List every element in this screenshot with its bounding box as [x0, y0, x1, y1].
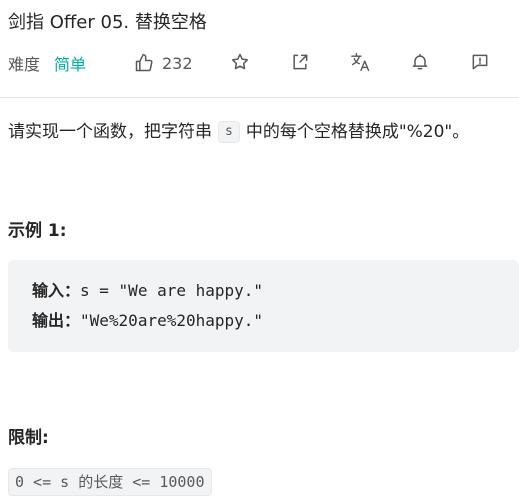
- share-button[interactable]: [290, 52, 310, 72]
- feedback-button[interactable]: [470, 52, 490, 72]
- constraints-heading: 限制:: [8, 428, 49, 448]
- thumbs-up-icon: [135, 53, 153, 72]
- problem-meta: 难度 简单 232: [8, 48, 513, 78]
- input-value: s = "We are happy.": [80, 281, 264, 300]
- constraint-code: 0 <= s 的长度 <= 10000: [8, 468, 212, 496]
- problem-title: 剑指 Offer 05. 替换空格: [8, 12, 207, 33]
- example-heading: 示例 1:: [8, 221, 67, 241]
- favorite-button[interactable]: [230, 52, 250, 72]
- translate-button[interactable]: [350, 52, 372, 72]
- difficulty-badge: 简单: [54, 55, 87, 74]
- example-input-line: 输入：s = "We are happy.": [32, 279, 263, 303]
- notify-button[interactable]: [410, 52, 430, 72]
- description-text-before: 请实现一个函数，把字符串: [8, 122, 212, 142]
- inline-code-s: s: [218, 121, 240, 143]
- like-button[interactable]: 232: [134, 53, 193, 73]
- share-icon: [293, 54, 308, 70]
- difficulty-label: 难度: [8, 55, 41, 74]
- feedback-icon: [472, 54, 488, 70]
- output-value: "We%20are%20happy.": [80, 311, 264, 330]
- input-label: 输入：: [32, 281, 81, 300]
- like-count: 232: [162, 53, 193, 73]
- header-divider: [0, 97, 519, 98]
- example-output-line: 输出："We%20are%20happy.": [32, 309, 263, 333]
- description-text-after: 中的每个空格替换成"%20"。: [245, 122, 470, 142]
- example-block: 输入：s = "We are happy." 输出："We%20are%20ha…: [8, 260, 519, 352]
- translate-icon: [351, 52, 370, 72]
- bell-icon: [412, 53, 428, 70]
- output-label: 输出：: [32, 311, 81, 330]
- star-icon: [231, 53, 249, 70]
- problem-description: 请实现一个函数，把字符串 s 中的每个空格替换成"%20"。: [8, 118, 469, 146]
